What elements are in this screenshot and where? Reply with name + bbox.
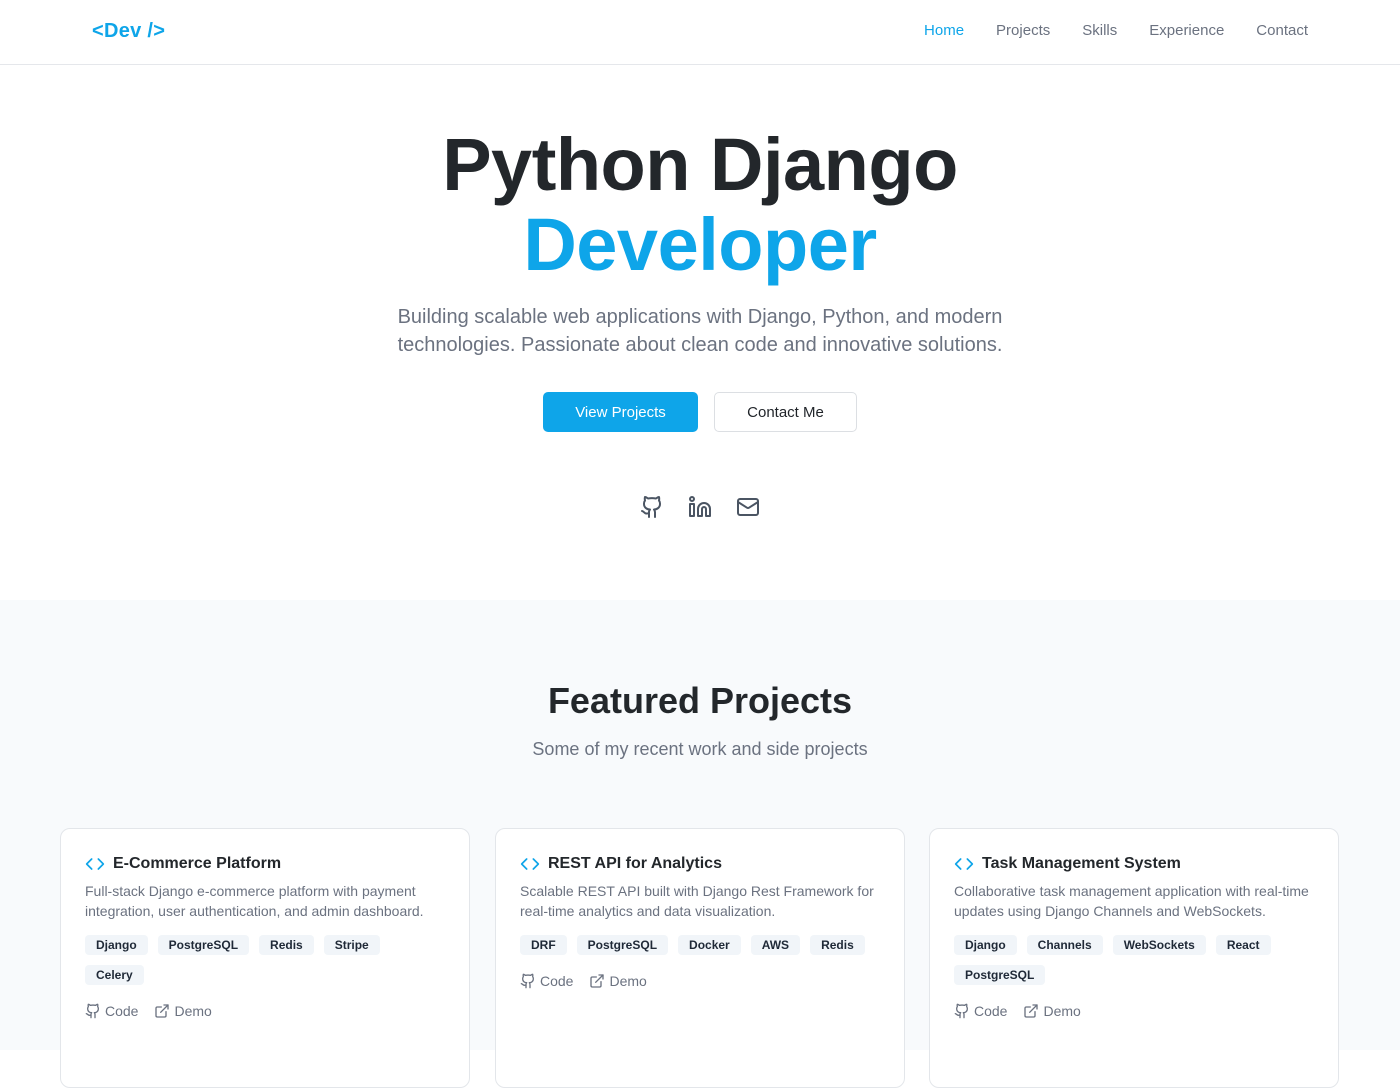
demo-link[interactable]: Demo [154,1003,212,1019]
tech-tag: Celery [85,965,144,985]
tech-tag: WebSockets [1112,935,1206,955]
tech-tag: PostgreSQL [576,935,669,955]
hero-title-line2: Developer [523,203,877,286]
demo-link[interactable]: Demo [589,973,647,989]
view-projects-button[interactable]: View Projects [543,392,698,432]
nav-link-contact[interactable]: Contact [1256,22,1308,39]
project-description: Full-stack Django e-commerce platform wi… [85,883,424,919]
project-title: E-Commerce Platform [113,855,282,872]
tech-tag: Django [85,935,148,955]
contact-me-button[interactable]: Contact Me [714,392,857,432]
project-description: Scalable REST API built with Django Rest… [520,883,874,919]
code-link-label: Code [540,973,574,989]
github-icon[interactable] [640,495,664,519]
nav-link-experience[interactable]: Experience [1149,22,1224,39]
code-icon [954,858,974,870]
project-tags: Django PostgreSQL Redis Stripe Celery [85,935,445,985]
nav-link-projects[interactable]: Projects [996,22,1050,39]
nav-link-skills[interactable]: Skills [1082,22,1117,39]
tech-tag: AWS [750,935,801,955]
tech-tag: Docker [678,935,741,955]
external-link-icon [590,974,605,988]
tech-tag: Redis [810,935,865,955]
hero-subtitle: Building scalable web applications with … [397,306,1003,356]
hero-title: Python Django Developer [0,125,1400,285]
nav-link-home[interactable]: Home [924,22,964,39]
linkedin-icon[interactable] [688,495,712,519]
project-card: Task Management System Collaborative tas… [929,828,1339,1088]
site-logo[interactable]: <Dev /> [92,20,165,43]
code-link-label: Code [974,1003,1008,1019]
project-card: REST API for Analytics Scalable REST API… [495,828,905,1088]
hero-section: Python Django Developer Building scalabl… [0,65,1400,600]
external-link-icon [1024,1004,1039,1018]
code-link[interactable]: Code [85,1003,138,1019]
code-icon [520,858,540,870]
tech-tag: Stripe [323,935,380,955]
code-icon [85,858,105,870]
social-links [0,495,1400,519]
nav-links: Home Projects Skills Experience Contact [924,22,1308,39]
demo-link-label: Demo [609,973,647,989]
hero-buttons: View Projects Contact Me [0,392,1400,432]
external-link-icon [155,1004,170,1018]
tech-tag: Channels [1026,935,1103,955]
tech-tag: PostgreSQL [954,965,1046,985]
tech-tag: React [1215,935,1271,955]
project-card: E-Commerce Platform Full-stack Django e-… [60,828,470,1088]
projects-section: Featured Projects Some of my recent work… [0,600,1400,1088]
code-link[interactable]: Code [520,973,573,989]
code-link-label: Code [105,1003,139,1019]
demo-link-label: Demo [1043,1003,1081,1019]
demo-link-label: Demo [174,1003,212,1019]
tech-tag: DRF [520,935,567,955]
projects-subtitle: Some of my recent work and side projects [532,739,868,759]
project-tags: DRF PostgreSQL Docker AWS Redis [520,935,880,955]
github-icon [954,1003,969,1019]
code-link[interactable]: Code [954,1003,1007,1019]
github-icon [520,973,535,989]
project-tags: Django Channels WebSockets React Postgre… [954,935,1314,985]
project-title: Task Management System [982,855,1181,872]
mail-icon[interactable] [736,495,760,519]
github-icon [85,1003,100,1019]
demo-link[interactable]: Demo [1023,1003,1081,1019]
top-navbar: <Dev /> Home Projects Skills Experience … [0,0,1400,65]
projects-title: Featured Projects [547,680,853,721]
tech-tag: Redis [259,935,314,955]
hero-title-line1: Python Django [442,123,958,206]
tech-tag: Django [954,935,1017,955]
project-description: Collaborative task management applicatio… [954,883,1309,919]
project-title: REST API for Analytics [548,855,722,872]
tech-tag: PostgreSQL [157,935,250,955]
